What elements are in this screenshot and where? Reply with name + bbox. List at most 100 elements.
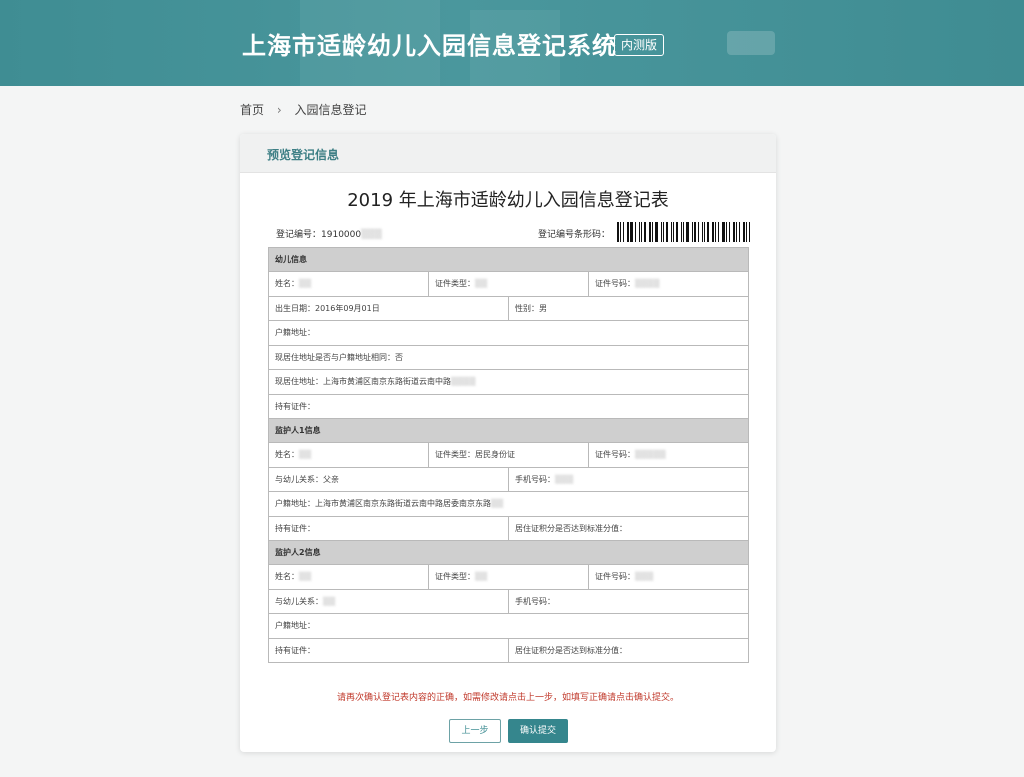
g2-phone-cell: 手机号码： [508,588,749,614]
g2-id-type-cell: 证件类型：▒▒ [428,564,589,590]
table-row: 现居住地址是否与户籍地址相同：否 [268,344,749,370]
table-row: 出生日期：2016年09月01日 性别：男 [268,295,749,321]
field-label: 姓名： [275,572,299,582]
field-label: 性别： [515,303,539,313]
redacted-value: ▒▒▒ [555,474,574,484]
form-title: 2019 年上海市适龄幼儿入园信息登记表 [347,190,669,211]
field-label: 户籍地址： [275,328,315,338]
table-row: 与幼儿关系：▒▒ 手机号码： [268,588,749,614]
g1-relation-cell: 与幼儿关系：父亲 [268,466,509,492]
redacted-value: ▒▒▒▒ [451,377,476,387]
g1-name-cell: 姓名：▒▒ [268,442,429,468]
barcode-bar [707,222,709,242]
barcode-bar [671,222,672,242]
barcode-bar [704,222,705,242]
breadcrumb-home-link[interactable]: 首页 [240,101,264,118]
g1-hukou-addr-cell: 户籍地址：上海市黄浦区南京东路街道云南中路居委南京东路▒▒ [268,491,749,517]
table-row: 持有证件： 居住证积分是否达到标准分值： [268,637,749,663]
field-label: 出生日期： [275,303,315,313]
header-user-button[interactable] [727,31,775,55]
field-label: 户籍地址： [275,499,315,509]
top-header: 上海市适龄幼儿入园信息登记系统 内测版 [0,0,1024,86]
table-row: 现居住地址：上海市黄浦区南京东路街道云南中路▒▒▒▒ [268,369,749,395]
barcode-bar [694,222,696,242]
beta-badge: 内测版 [614,34,665,56]
barcode-bar [661,222,662,242]
g1-held-cert-cell: 持有证件： [268,515,509,541]
field-value: 居民身份证 [475,450,515,460]
child-birth-cell: 出生日期：2016年09月01日 [268,295,509,321]
table-row: 姓名：▒▒ 证件类型：居民身份证 证件号码：▒▒▒▒▒ [268,442,749,468]
section-header-guardian2: 监护人2信息 [268,540,749,565]
barcode-bar [635,222,636,242]
g1-residence-score-cell: 居住证积分是否达到标准分值： [508,515,749,541]
barcode-bar [620,222,621,242]
field-value: 否 [395,352,403,362]
child-name-cell: 姓名：▒▒ [268,271,429,297]
redacted-value: ▒▒▒ [635,572,654,582]
field-label: 证件类型： [435,450,475,460]
field-label: 居住证积分是否达到标准分值： [515,523,627,533]
redacted-value: ▒▒ [491,499,504,509]
field-label: 与幼儿关系： [275,596,323,606]
preview-card: 预览登记信息 2019 年上海市适龄幼儿入园信息登记表 登记编号：1910000… [240,134,776,752]
barcode-bar [666,222,668,242]
redacted-value: ▒▒▒▒▒ [635,450,666,460]
field-value: 上海市黄浦区南京东路街道云南中路 [323,377,451,387]
previous-step-button[interactable]: 上一步 [449,719,501,743]
barcode-bar [726,222,727,242]
child-id-no-cell: 证件号码：▒▒▒▒ [588,271,749,297]
redacted-value: ▒▒ [299,450,312,460]
confirm-submit-button[interactable]: 确认提交 [508,719,568,743]
field-label: 现居住地址是否与户籍地址相同： [275,352,395,362]
table-row: 姓名：▒▒ 证件类型：▒▒ 证件号码：▒▒▒▒ [268,271,749,297]
breadcrumb: 首页 › 入园信息登记 [240,101,367,118]
table-row: 户籍地址： [268,613,749,639]
field-label: 证件号码： [595,450,635,460]
field-label: 与幼儿关系： [275,474,323,484]
field-label: 持有证件： [275,523,315,533]
barcode-bar [739,222,740,242]
barcode-label: 登记编号条形码： [538,230,611,240]
barcode-bar [673,222,674,242]
field-label: 手机号码： [515,596,555,606]
g1-id-no-cell: 证件号码：▒▒▒▒▒ [588,442,749,468]
breadcrumb-separator-icon: › [276,103,282,117]
g1-phone-cell: 手机号码：▒▒▒ [508,466,749,492]
child-held-cert-cell: 持有证件： [268,393,749,419]
field-label: 姓名： [275,450,299,460]
barcode-bar [715,222,716,242]
redacted-value: ▒▒ [299,572,312,582]
barcode-bar [729,222,730,242]
child-gender-cell: 性别：男 [508,295,749,321]
barcode-bar [712,222,714,242]
barcode-bar [649,222,651,242]
barcode-bar [736,222,737,242]
redacted-value: ▒▒ [323,596,336,606]
reg-no-value: 1910000 [321,230,362,240]
field-label: 持有证件： [275,645,315,655]
field-label: 现居住地址： [275,377,323,387]
barcode-bar [702,222,703,242]
redacted-value: ▒▒▒▒ [635,279,660,289]
system-title: 上海市适龄幼儿入园信息登记系统 [242,32,617,60]
barcode-bar [749,222,750,242]
field-label: 手机号码： [515,474,555,484]
section-title: 幼儿信息 [268,247,749,272]
barcode-bar [681,222,682,242]
redacted-value: ▒▒ [475,572,488,582]
card-header-label: 预览登记信息 [267,148,340,162]
field-label: 姓名： [275,279,299,289]
field-label: 证件号码： [595,572,635,582]
reg-no-redacted: ▒▒▒ [361,230,382,240]
registration-form-table: 幼儿信息 姓名：▒▒ 证件类型：▒▒ 证件号码：▒▒▒▒ 出生日期：2016年0… [268,247,749,663]
registration-barcode [617,222,753,242]
child-current-addr-cell: 现居住地址：上海市黄浦区南京东路街道云南中路▒▒▒▒ [268,369,749,395]
barcode-bar [683,222,684,242]
field-label: 证件类型： [435,279,475,289]
barcode-bar [722,222,725,242]
barcode-bar [663,222,664,242]
child-id-type-cell: 证件类型：▒▒ [428,271,589,297]
child-hukou-addr-cell: 户籍地址： [268,320,749,346]
field-label: 证件号码： [595,279,635,289]
